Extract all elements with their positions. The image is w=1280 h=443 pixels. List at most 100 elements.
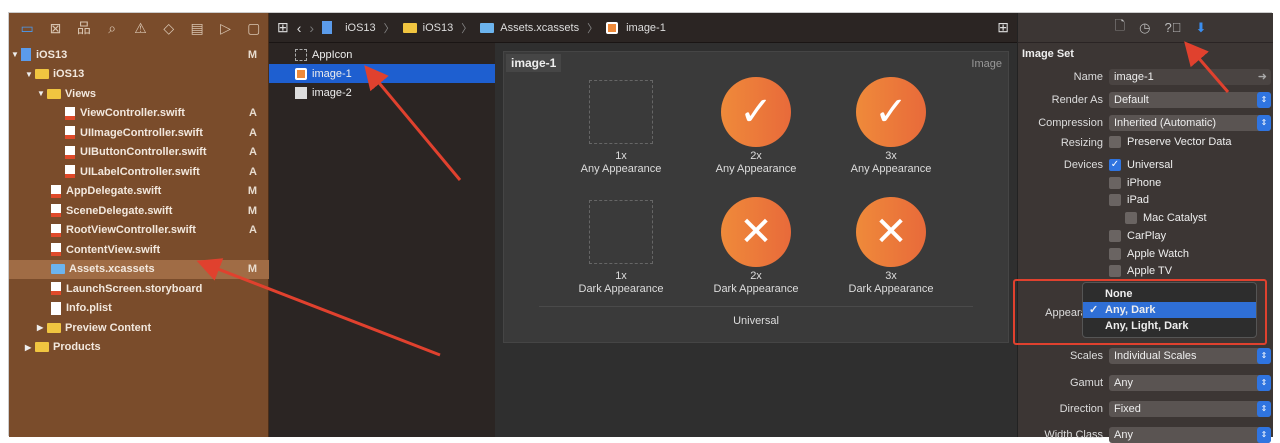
breadcrumb-item[interactable]: iOS13 <box>423 22 454 34</box>
help-icon[interactable]: ?⃝ <box>1164 20 1181 35</box>
file-inspector-icon[interactable]: 🗋 <box>1115 17 1125 39</box>
preserve-vector-checkbox[interactable]: Preserve Vector Data <box>1109 136 1232 148</box>
stepper-icon: ⇕ <box>1257 348 1271 364</box>
attributes-inspector-icon[interactable]: ⬇ <box>1195 20 1206 36</box>
checkbox[interactable] <box>1109 265 1121 278</box>
disclosure-icon[interactable]: ▶ <box>25 343 35 352</box>
warning-icon[interactable]: ⚠ <box>126 20 154 37</box>
tree-item[interactable]: UILabelController.swift A <box>9 162 269 181</box>
image-slot[interactable]: ✕ 2x Dark Appearance <box>691 197 821 296</box>
tree-item[interactable]: RootViewController.swift A <box>9 221 269 240</box>
slot-appearance: Any Appearance <box>715 163 797 175</box>
checkbox-label: Preserve Vector Data <box>1127 136 1232 148</box>
tree-item[interactable]: AppDelegate.swift M <box>9 182 269 201</box>
checkbox[interactable]: ✓ <box>1109 159 1121 171</box>
checkbox[interactable] <box>1109 194 1121 207</box>
universal-label: Universal <box>733 315 779 327</box>
cross-image-icon: ✕ <box>721 197 791 267</box>
swift-file-icon <box>51 282 61 295</box>
image-slot[interactable]: 1x Any Appearance <box>556 80 686 176</box>
tree-item[interactable]: Info.plist <box>9 299 269 318</box>
disclosure-icon[interactable]: ▼ <box>37 89 47 98</box>
tree-item[interactable]: Assets.xcassets M <box>9 259 269 279</box>
tree-item[interactable]: SceneDelegate.swift M <box>9 201 269 220</box>
image-slot[interactable]: 1x Dark Appearance <box>556 200 686 296</box>
asset-item-image-1[interactable]: image-1 <box>269 64 495 83</box>
compression-select[interactable]: Inherited (Automatic) ⇕ <box>1109 115 1271 131</box>
tree-item[interactable]: UIButtonController.swift A <box>9 143 269 162</box>
name-field[interactable]: image-1 ➜ <box>1109 69 1271 85</box>
arrow-circle-icon: ➜ <box>1257 71 1267 83</box>
disclosure-icon[interactable]: ▶ <box>37 323 47 332</box>
tree-item-label: UIImageController.swift <box>80 126 203 139</box>
history-icon[interactable]: ◷ <box>1139 20 1150 36</box>
assets-folder-icon <box>480 22 495 33</box>
scm-badge: M <box>247 204 257 217</box>
image-set-title: image-1 <box>506 54 562 72</box>
scales-select[interactable]: Individual Scales ⇕ <box>1109 348 1271 364</box>
render-as-select[interactable]: Default ⇕ <box>1109 92 1271 108</box>
search-icon[interactable]: ⌕ <box>98 20 126 37</box>
empty-slot-placeholder <box>589 200 653 264</box>
tree-item[interactable]: ▶ Preview Content <box>9 318 269 337</box>
tree-item[interactable]: LaunchScreen.storyboard <box>9 279 269 298</box>
width-class-select[interactable]: Any ⇕ <box>1109 427 1271 443</box>
gamut-select[interactable]: Any ⇕ <box>1109 375 1271 391</box>
device-checkbox[interactable]: ✓ Universal <box>1109 159 1173 171</box>
source-control-icon[interactable]: ⊠ <box>41 20 69 37</box>
asset-item-image-2[interactable]: image-2 <box>269 83 495 102</box>
checkbox[interactable] <box>1109 176 1121 189</box>
forward-icon[interactable]: › <box>309 20 314 36</box>
stepper-icon: ⇕ <box>1257 92 1271 108</box>
breakpoint-icon[interactable]: ▷ <box>211 20 239 37</box>
scm-badge: A <box>249 224 257 236</box>
scm-badge: M <box>247 185 257 197</box>
breadcrumb-item[interactable]: image-1 <box>626 22 666 34</box>
test-icon[interactable]: ◇ <box>155 20 183 37</box>
image-slot[interactable]: ✓ 3x Any Appearance <box>826 77 956 176</box>
tree-item[interactable]: ▼ Views <box>9 84 269 103</box>
tree-item-label: iOS13 <box>53 68 85 80</box>
breadcrumb-item[interactable]: iOS13 <box>345 22 376 34</box>
hierarchy-icon[interactable]: 品 <box>70 18 98 38</box>
checkbox[interactable] <box>1109 247 1121 260</box>
tree-item-label: Preview Content <box>65 321 152 334</box>
device-checkbox[interactable]: CarPlay <box>1109 229 1166 242</box>
direction-select[interactable]: Fixed ⇕ <box>1109 401 1271 417</box>
tree-item[interactable]: ▶ Products <box>9 338 269 357</box>
stepper-icon: ⇕ <box>1257 427 1271 443</box>
file-icon <box>51 301 61 315</box>
tree-item[interactable]: ▼ iOS13 M <box>9 45 269 64</box>
report-icon[interactable]: ▢ <box>240 20 268 37</box>
swift-file-icon <box>51 243 61 256</box>
image-slot[interactable]: ✕ 3x Dark Appearance <box>826 197 956 296</box>
checkbox[interactable] <box>1109 229 1121 242</box>
asset-editor: image-1 Image 1x Any Appearance ✓ 2x Any App… <box>495 43 1017 437</box>
grid-icon[interactable]: ⊞ <box>277 19 289 36</box>
scm-badge: M <box>247 48 257 61</box>
disclosure-icon[interactable]: ▼ <box>25 70 35 79</box>
tree-item[interactable]: ▼ iOS13 <box>9 65 269 84</box>
asset-item-appicon[interactable]: AppIcon <box>269 45 495 64</box>
add-editor-icon[interactable]: ⊞ <box>997 19 1009 36</box>
device-checkbox[interactable]: iPhone <box>1109 176 1161 189</box>
disclosure-icon[interactable]: ▼ <box>11 50 21 59</box>
device-checkbox[interactable]: Mac Catalyst <box>1125 212 1207 225</box>
slot-appearance: Dark Appearance <box>713 283 799 295</box>
back-icon[interactable]: ‹ <box>297 20 302 36</box>
checkbox[interactable] <box>1125 212 1137 225</box>
breadcrumb-item[interactable]: Assets.xcassets <box>500 22 579 34</box>
tree-item[interactable]: ViewController.swift A <box>9 104 269 123</box>
device-checkbox[interactable]: iPad <box>1109 194 1149 207</box>
scales-value: Individual Scales <box>1114 350 1197 362</box>
device-checkbox[interactable]: Apple TV <box>1109 265 1172 278</box>
render-label: Render As <box>1051 94 1103 106</box>
tree-item[interactable]: UIImageController.swift A <box>9 123 269 142</box>
scm-badge: A <box>249 165 257 178</box>
debug-icon[interactable]: ▤ <box>183 20 211 37</box>
device-checkbox[interactable]: Apple Watch <box>1109 247 1189 260</box>
tree-item[interactable]: ContentView.swift <box>9 240 269 259</box>
checkbox[interactable] <box>1109 136 1121 148</box>
folder-icon[interactable]: ▭ <box>13 20 41 37</box>
image-slot[interactable]: ✓ 2x Any Appearance <box>691 77 821 176</box>
